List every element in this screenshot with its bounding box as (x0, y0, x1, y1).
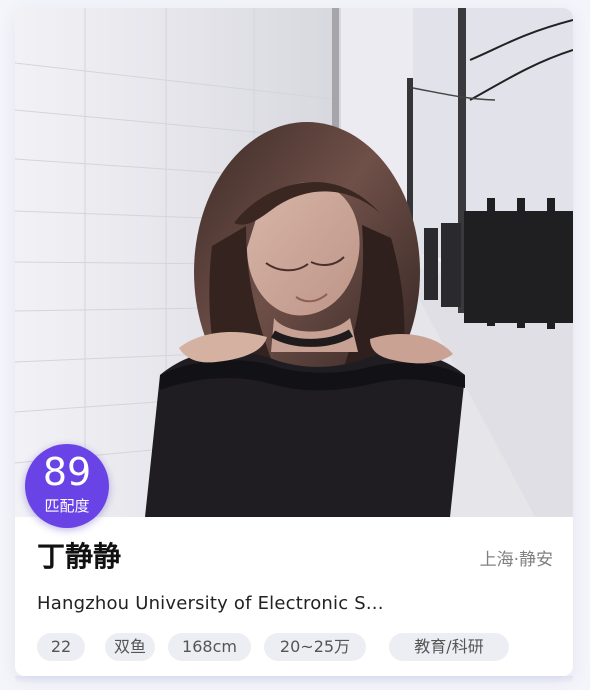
card-shadow (15, 676, 573, 684)
tag-height: 168cm (168, 633, 251, 661)
profile-school: Hangzhou University of Electronic S... (37, 593, 384, 614)
profile-photo[interactable] (15, 8, 573, 517)
profile-name[interactable]: 丁静静 (37, 539, 121, 575)
tag-zodiac: 双鱼 (105, 633, 155, 661)
match-score-label: 匹配度 (44, 497, 90, 515)
profile-location: 上海·静安 (479, 550, 553, 570)
profile-card[interactable]: 89 匹配度 丁静静 上海·静安 Hangzhou University of … (15, 8, 573, 676)
tag-industry: 教育/科研 (389, 633, 509, 661)
profile-photo-illustration (15, 8, 573, 517)
tag-income: 20~25万 (264, 633, 366, 661)
match-score-value: 89 (42, 450, 92, 494)
profile-card-page: 89 匹配度 丁静静 上海·静安 Hangzhou University of … (0, 0, 590, 690)
match-score-badge[interactable]: 89 匹配度 (25, 444, 109, 528)
profile-info-panel: 丁静静 上海·静安 Hangzhou University of Electro… (15, 517, 573, 676)
tag-age: 22 (37, 633, 85, 661)
